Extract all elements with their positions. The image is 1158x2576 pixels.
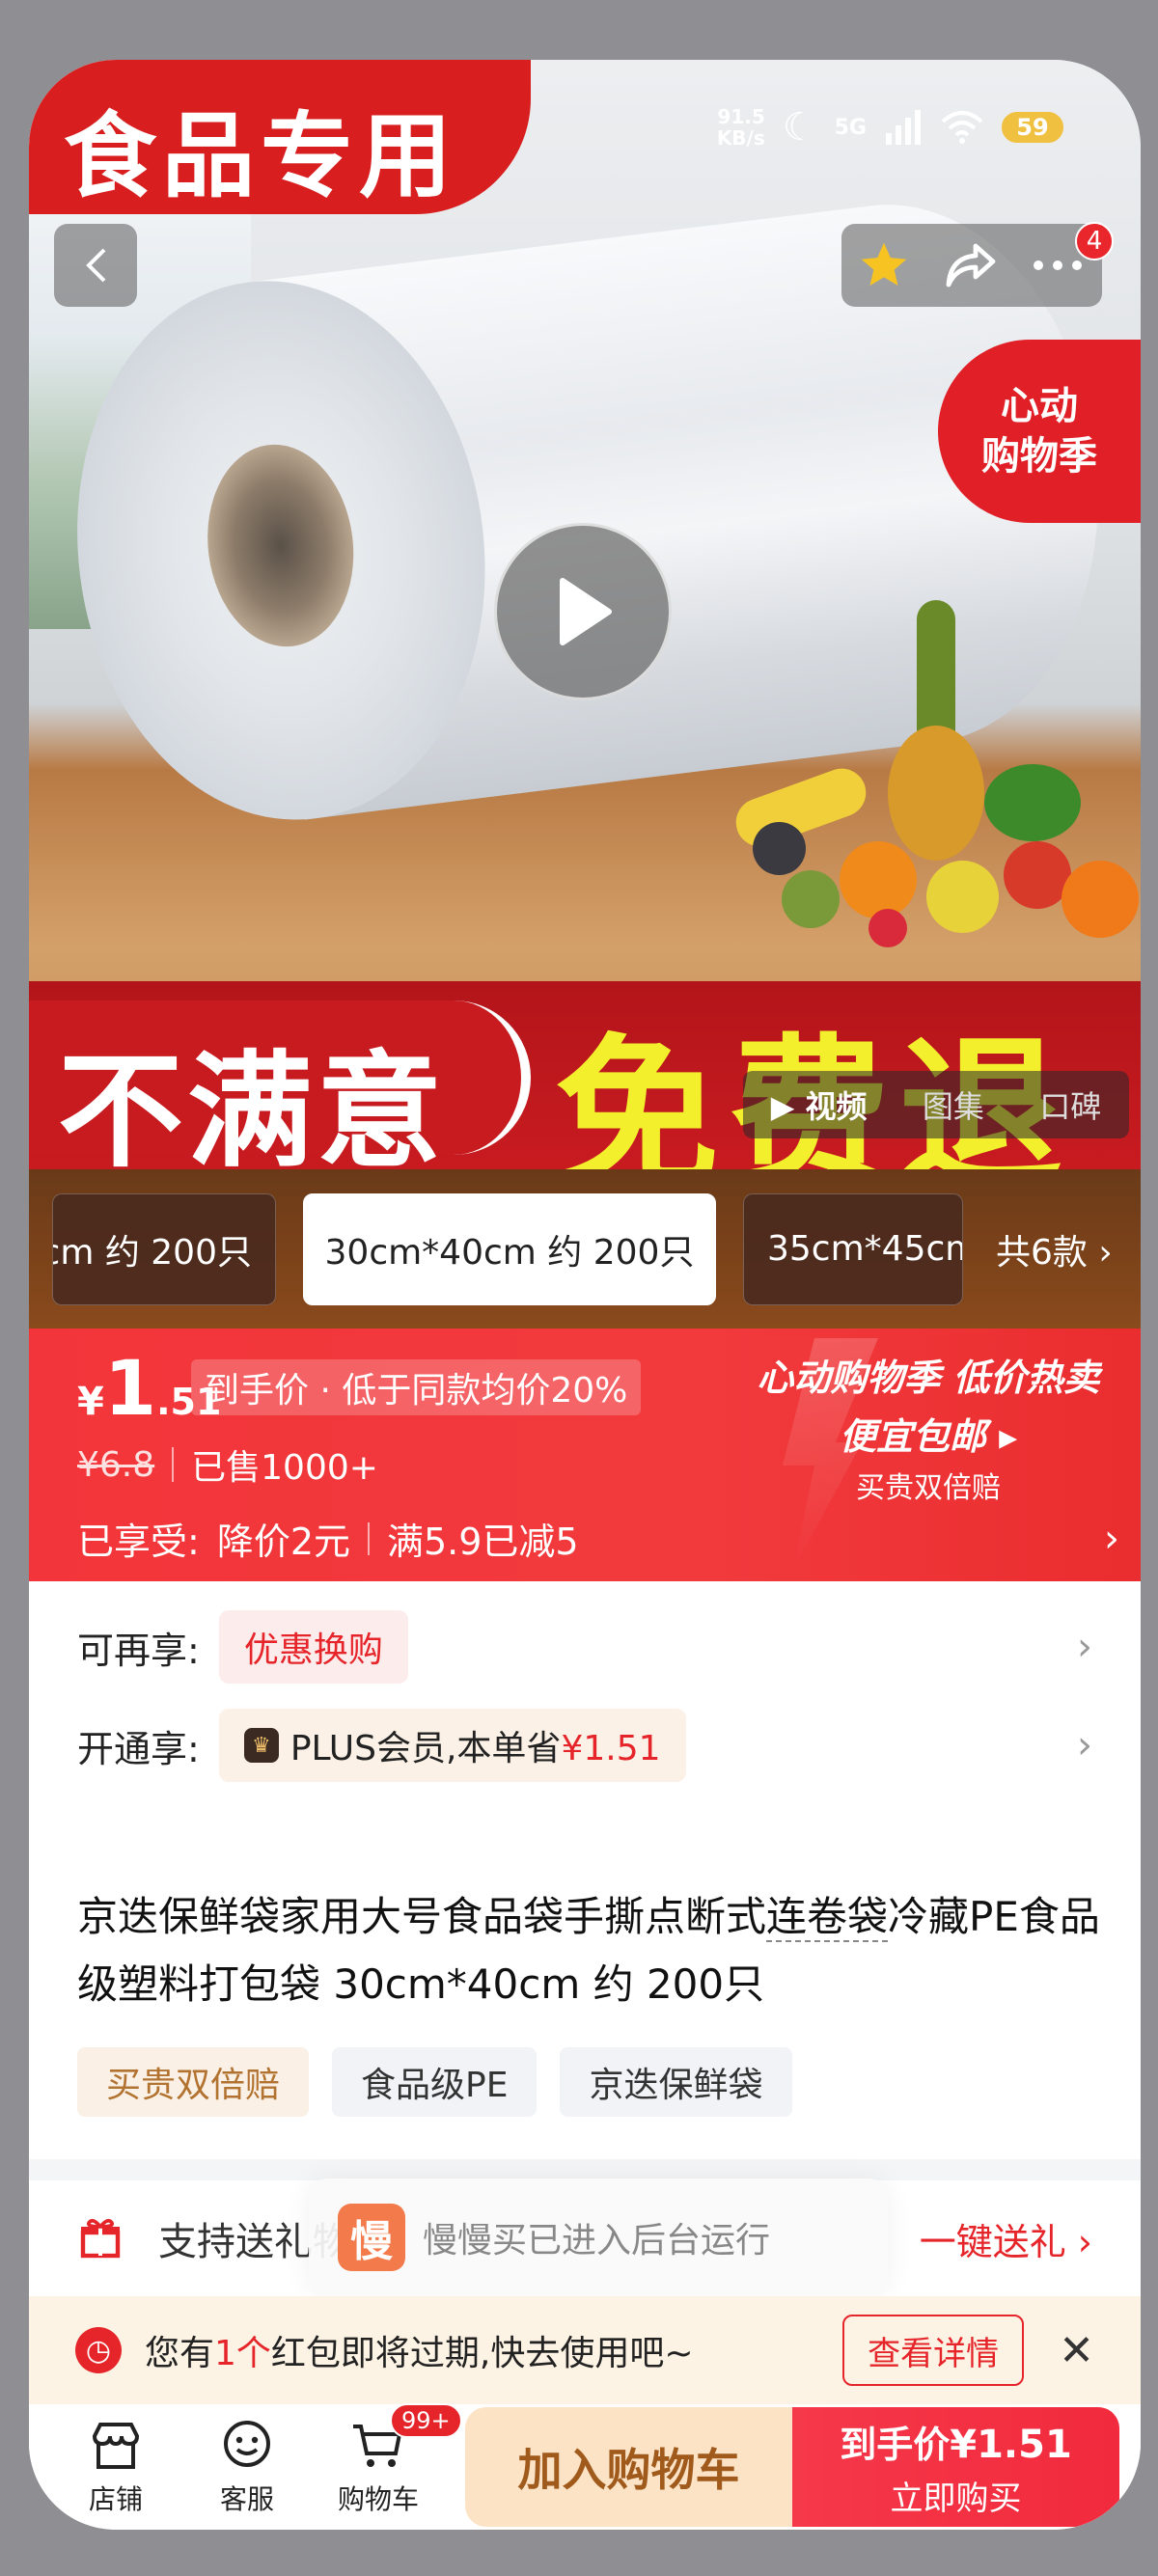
wifi-icon — [941, 111, 983, 144]
clock-icon: ◷ — [75, 2327, 122, 2373]
cart-count-badge: 99+ — [390, 2403, 462, 2438]
bottom-action-bar: 店铺 客服 99+ 购物车 加入购物车 到手价¥1.51 立即购买 — [29, 2403, 1141, 2530]
variant-option[interactable]: cm 约 200只 — [52, 1192, 276, 1305]
original-price: ¥6.8 — [77, 1444, 155, 1485]
product-tags: 买贵双倍赔 食品级PE 京迭保鲜袋 — [77, 2047, 792, 2117]
view-details-button[interactable]: 查看详情 — [842, 2315, 1025, 2386]
add-to-cart-button[interactable]: 加入购物车 — [465, 2407, 792, 2527]
all-variants-link[interactable]: 共6款 › — [996, 1224, 1113, 1274]
more-offers-row[interactable]: 可再享: 优惠换购 › — [29, 1599, 1141, 1695]
customer-service-icon — [224, 2421, 270, 2467]
price-drop: 降价2元 — [216, 1521, 350, 1563]
original-price-row: ¥6.8 已售1000+ — [77, 1439, 378, 1490]
favorite-star-icon[interactable] — [857, 238, 911, 292]
play-icon — [560, 578, 612, 645]
back-button[interactable] — [54, 224, 137, 307]
network-speed: 91.5 KB/s — [716, 105, 765, 150]
section-divider — [29, 2159, 1141, 2180]
service-button[interactable]: 客服 — [181, 2417, 313, 2517]
shop-button[interactable]: 店铺 — [50, 2417, 181, 2517]
food-grade-badge: 食品专用 — [29, 60, 531, 214]
crown-icon: ♛ — [243, 1728, 279, 1763]
gift-icon — [80, 2218, 121, 2259]
product-image-carousel[interactable]: 食品专用 91.5 KB/s ☾ 5G 59 4 心动 购物季 不满意 ▶ 视频… — [29, 60, 1141, 1169]
exchange-offer-chip[interactable]: 优惠换购 — [218, 1610, 408, 1684]
sold-count: 已售1000+ — [191, 1448, 378, 1488]
tag-food-grade[interactable]: 食品级PE — [332, 2047, 538, 2117]
fruits-vegetables-image — [695, 600, 1141, 967]
shop-icon — [92, 2423, 140, 2469]
cart-nav-button[interactable]: 99+ 购物车 — [313, 2403, 462, 2517]
tag-brand[interactable]: 京迭保鲜袋 — [560, 2047, 792, 2117]
tab-gallery[interactable]: 图集 — [923, 1082, 984, 1127]
notification-badge: 4 — [1075, 222, 1114, 260]
chevron-left-icon — [86, 248, 106, 283]
shopping-season-badge: 心动 购物季 — [938, 340, 1141, 523]
manmanmai-logo: 慢 — [338, 2204, 405, 2271]
full-reduction: 满5.9已减5 — [387, 1521, 579, 1563]
red-packet-reminder: ◷ 您有1个红包即将过期,快去使用吧~ 查看详情 ✕ — [29, 2296, 1141, 2404]
applied-discounts-row[interactable]: 已享受: 降价2元 满5.9已减5 › — [77, 1512, 1119, 1565]
media-tabs: ▶ 视频 图集 口碑 — [743, 1071, 1129, 1138]
banner-unsatisfied: 不满意 — [58, 1038, 447, 1169]
tag-price-guarantee[interactable]: 买贵双倍赔 — [77, 2047, 310, 2117]
season-promo[interactable]: 心动购物季 低价热卖 便宜包邮 ▸ 买贵双倍赔 — [745, 1348, 1112, 1506]
network-type: 5G — [834, 115, 867, 140]
price-block: ¥ 1 .51 到手价 · 低于同款均价20% ¥6.8 已售1000+ 已享受… — [29, 1329, 1141, 1581]
send-gift-link[interactable]: 一键送礼 › — [920, 2212, 1092, 2265]
close-icon[interactable]: ✕ — [1059, 2326, 1094, 2375]
chevron-right-icon: › — [1077, 1723, 1092, 1768]
price-compare-tag: 到手价 · 低于同款均价20% — [191, 1359, 642, 1415]
variant-selector: cm 约 200只 30cm*40cm 约 200只 35cm*45cm 共6款… — [29, 1169, 1141, 1329]
chevron-right-icon: › — [1077, 1625, 1092, 1669]
plus-member-chip[interactable]: ♛ PLUS会员,本单省¥1.51 — [218, 1709, 686, 1782]
keyword-link[interactable]: 连卷袋 — [766, 1893, 889, 1942]
chevron-right-icon: › — [1104, 1516, 1119, 1561]
status-bar: 91.5 KB/s ☾ 5G 59 — [717, 98, 1063, 156]
background-app-toast: 慢 慢慢买已进入后台运行 — [309, 2179, 888, 2296]
product-title: 京迭保鲜袋家用大号食品袋手撕点断式连卷袋冷藏PE食品级塑料打包袋 30cm*40… — [77, 1893, 1100, 2008]
play-video-button[interactable] — [494, 523, 672, 700]
buy-now-button[interactable]: 到手价¥1.51 立即购买 — [792, 2407, 1119, 2527]
tab-reviews[interactable]: 口碑 — [1039, 1082, 1101, 1127]
signal-icon — [886, 110, 921, 145]
more-icon[interactable] — [1029, 256, 1087, 275]
plus-member-row[interactable]: 开通享: ♛ PLUS会员,本单省¥1.51 › — [29, 1697, 1141, 1794]
variant-option-selected[interactable]: 30cm*40cm 约 200只 — [303, 1192, 716, 1305]
top-actions — [841, 224, 1102, 307]
tab-video[interactable]: ▶ 视频 — [771, 1082, 868, 1127]
variant-option[interactable]: 35cm*45cm — [743, 1192, 963, 1305]
battery-indicator: 59 — [1002, 112, 1063, 143]
share-icon[interactable] — [943, 240, 997, 290]
moon-icon: ☾ — [782, 105, 817, 150]
phone-screen: 食品专用 91.5 KB/s ☾ 5G 59 4 心动 购物季 不满意 ▶ 视频… — [29, 60, 1141, 2530]
